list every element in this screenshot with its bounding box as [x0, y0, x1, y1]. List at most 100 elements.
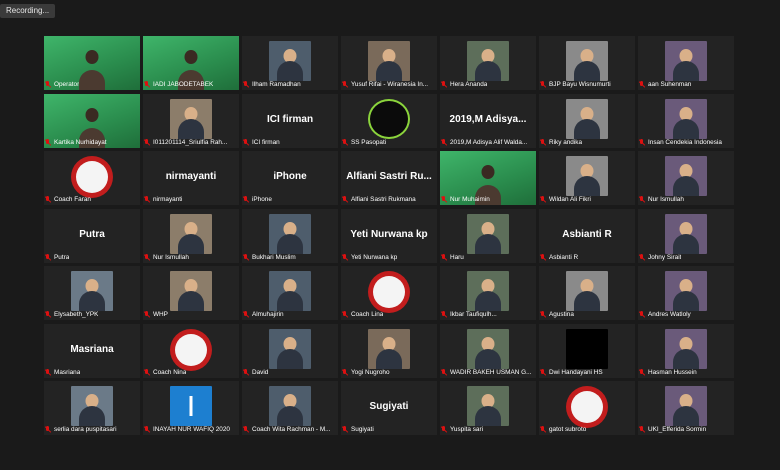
participant-tile[interactable]: INAYAH NUR WAFIQ 2020 — [143, 381, 239, 435]
participant-name-label: SS Pasopati — [351, 138, 387, 146]
participant-tile[interactable]: Nur Muhaimin — [440, 151, 536, 205]
participant-tile[interactable]: BJP Bayu Wisnumurti — [539, 36, 635, 90]
participant-tile[interactable]: Yusuf Rifai - Wiranesia In... — [341, 36, 437, 90]
participant-tile[interactable]: Yogi Nugroho — [341, 323, 437, 378]
mic-muted-icon — [639, 426, 645, 433]
participant-name-label: gatot subroto — [549, 426, 587, 433]
video-feed — [467, 271, 509, 311]
mic-muted-icon — [144, 368, 150, 376]
recording-indicator[interactable]: Recording... — [0, 4, 56, 18]
person-body — [376, 348, 402, 369]
mic-muted-icon — [342, 426, 348, 433]
participant-tile[interactable]: Nur Ismullah — [638, 151, 734, 205]
participant-tile[interactable]: nirmayanti nirmayanti — [143, 151, 239, 205]
participant-display-name: Asbianti R — [562, 228, 612, 240]
person-silhouette — [184, 50, 198, 64]
participant-name-label: Yusuf Rifai - Wiranesia In... — [351, 81, 429, 88]
participant-name-label: 2019,M Adisya Alif Walda... — [450, 138, 528, 146]
video-feed — [269, 41, 311, 81]
participant-tile[interactable]: Wildan Ali Fikri — [539, 151, 635, 205]
participant-tile[interactable]: ICI firman ICI firman — [242, 93, 338, 148]
mic-muted-icon — [45, 196, 51, 203]
participant-tile[interactable]: IADI JABODETABEK — [143, 36, 239, 90]
video-feed — [665, 328, 707, 369]
participant-tile[interactable]: iPhone iPhone — [242, 151, 338, 205]
person-body — [277, 348, 303, 369]
video-feed — [566, 271, 608, 311]
video-feed — [467, 41, 509, 81]
participant-tile[interactable]: WADIR BAKEH USMAN G... — [440, 323, 536, 378]
person-silhouette — [85, 107, 99, 122]
mic-muted-icon — [639, 311, 645, 318]
mic-muted-icon — [441, 368, 447, 376]
participant-tile[interactable]: WHP — [143, 266, 239, 320]
mic-muted-icon — [45, 368, 51, 376]
mic-muted-icon — [540, 196, 546, 203]
participant-tile[interactable]: Hera Ananda — [440, 36, 536, 90]
participant-tile[interactable]: I011201114_Sriulfia Rah... — [143, 93, 239, 148]
participant-display-name: nirmayanti — [165, 171, 217, 182]
mic-muted-icon — [639, 138, 645, 146]
mic-muted-icon — [144, 311, 150, 318]
mic-muted-icon — [45, 138, 51, 146]
participant-tile[interactable]: Operator — [44, 36, 140, 90]
participant-tile[interactable]: serlia dara puspitasari — [44, 381, 140, 435]
participant-tile[interactable]: Nur Ismullah — [143, 208, 239, 263]
participant-tile[interactable]: 2019,M Adisya... 2019,M Adisya Alif Walda… — [440, 93, 536, 148]
participant-name-label: Nur Ismullah — [153, 253, 189, 261]
mic-muted-icon — [639, 81, 645, 88]
video-feed — [467, 386, 509, 426]
participant-tile[interactable]: Coach Wita Rachman - M... — [242, 381, 338, 435]
top-bar: Recording... — [0, 0, 780, 22]
participant-tile[interactable]: gatot subroto — [539, 381, 635, 435]
video-feed — [665, 213, 707, 254]
participant-tile[interactable]: Ilham Ramadhan — [242, 36, 338, 90]
video-feed — [665, 41, 707, 81]
participant-tile[interactable]: aan Suhenman — [638, 36, 734, 90]
participant-tile[interactable]: Kartika Nurhidayat — [44, 93, 140, 148]
mic-muted-icon — [342, 253, 348, 261]
participant-tile[interactable]: Asbianti R Asbianti R — [539, 208, 635, 263]
person-body — [178, 291, 204, 311]
participant-tile[interactable]: Yeti Nurwana kp Yeti Nurwana kp — [341, 208, 437, 263]
participant-tile[interactable]: Riky andika — [539, 93, 635, 148]
participant-tile[interactable]: Coach Faran — [44, 151, 140, 205]
participant-tile[interactable]: Dwi Handayani HS — [539, 323, 635, 378]
participant-tile[interactable]: UKI_Efferida Sormin — [638, 381, 734, 435]
participant-tile[interactable]: Andres Watloly — [638, 266, 734, 320]
participant-tile[interactable]: Yuspita sari — [440, 381, 536, 435]
participant-tile[interactable]: Agustina — [539, 266, 635, 320]
participant-name-label: UKI_Efferida Sormin — [648, 426, 707, 433]
video-feed — [170, 213, 212, 254]
participant-tile[interactable]: SS Pasopati — [341, 93, 437, 148]
participant-tile[interactable]: Coach Nina — [143, 323, 239, 378]
participant-tile[interactable]: Johny Sirait — [638, 208, 734, 263]
participant-tile[interactable]: Elysabeth_YPK — [44, 266, 140, 320]
video-feed — [269, 271, 311, 311]
participant-tile[interactable]: David — [242, 323, 338, 378]
participant-tile[interactable]: Haru — [440, 208, 536, 263]
participant-tile[interactable]: Putra Putra — [44, 208, 140, 263]
participant-tile[interactable]: Almuhajirin — [242, 266, 338, 320]
mic-muted-icon — [243, 426, 249, 433]
participant-tile[interactable]: Hasman Hussein — [638, 323, 734, 378]
participant-tile[interactable]: Masriana Masriana — [44, 323, 140, 378]
participant-tile[interactable]: Coach Lina — [341, 266, 437, 320]
participant-tile[interactable]: Alfiani Sastri Ru... Alfiani Sastri Rukma… — [341, 151, 437, 205]
participant-tile[interactable]: Bukhari Muslim — [242, 208, 338, 263]
mic-muted-icon — [441, 81, 447, 88]
participant-tile[interactable]: Insan Cendekia Indonesia — [638, 93, 734, 148]
mic-muted-icon — [243, 311, 249, 318]
participant-name-label: Bukhari Muslim — [252, 253, 296, 261]
mic-muted-icon — [243, 253, 249, 261]
video-feed — [368, 41, 410, 81]
participant-tile[interactable]: Ikbar Taufiqulh... — [440, 266, 536, 320]
participant-name-label: INAYAH NUR WAFIQ 2020 — [153, 426, 230, 433]
mic-muted-icon — [540, 138, 546, 146]
participant-name-label: Elysabeth_YPK — [54, 311, 99, 318]
participant-tile[interactable]: Sugiyati Sugiyati — [341, 381, 437, 435]
coach-badge-icon — [566, 386, 608, 428]
participant-name-label: Riky andika — [549, 138, 583, 146]
participant-grid: Operator IADI JABODETABEK Ilham Ramadhan Yu… — [44, 36, 736, 435]
participant-name-label: Wildan Ali Fikri — [549, 196, 591, 203]
